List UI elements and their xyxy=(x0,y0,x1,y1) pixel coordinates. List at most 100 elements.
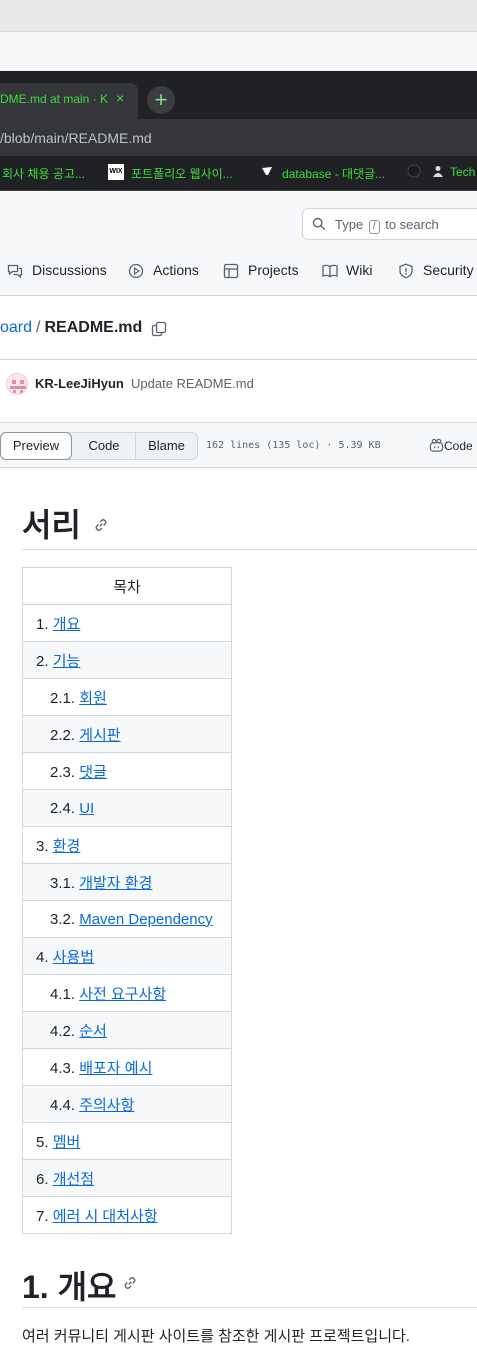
toc-cell: 2.4. UI xyxy=(22,789,232,827)
link-icon[interactable] xyxy=(94,518,108,532)
link-icon[interactable] xyxy=(123,1276,137,1290)
toc-cell: 3.2. Maven Dependency xyxy=(22,900,232,938)
toc-row: 1. 개요 xyxy=(22,604,232,642)
toc-number: 2.3. xyxy=(50,763,76,781)
toc-row: 2.3. 댓글 xyxy=(22,752,232,790)
toc-link[interactable]: 개요 xyxy=(53,616,81,633)
toc-link[interactable]: 댓글 xyxy=(79,764,107,781)
url-text: /blob/main/README.md xyxy=(0,130,152,146)
section-paragraph: 여러 커뮤니티 게시판 사이트를 참조한 게시판 프로젝트입니다. xyxy=(22,1328,410,1345)
toc-link[interactable]: 개발자 환경 xyxy=(79,875,152,892)
toc-row: 5. 멤버 xyxy=(22,1122,232,1160)
toc-cell: 5. 멤버 xyxy=(22,1122,232,1160)
bookmark-item[interactable]: 포트폴리오 웹사이... xyxy=(131,165,233,182)
toc-table: 목차 1. 개요 2. 기능 2.1. 회원 2.2. 게시판 2.3. 댓글 2.4. … xyxy=(22,567,232,1234)
preview-button[interactable]: Preview xyxy=(0,432,72,460)
search-input[interactable]: Type / to search xyxy=(302,208,477,240)
close-icon[interactable]: × xyxy=(116,90,124,106)
browser-tab-active[interactable]: DME.md at main · K × xyxy=(0,83,138,119)
toc-cell: 2. 기능 xyxy=(22,641,232,679)
nav-wiki[interactable]: Wiki xyxy=(346,262,372,278)
toc-row: 4.4. 주의사항 xyxy=(22,1085,232,1123)
toc-link[interactable]: 회원 xyxy=(79,690,107,707)
avatar[interactable] xyxy=(6,373,28,395)
toc-cell: 3. 환경 xyxy=(22,826,232,864)
toc-row: 2.2. 게시판 xyxy=(22,715,232,753)
blame-button[interactable]: Blame xyxy=(135,433,197,459)
toc-number: 2.2. xyxy=(50,726,76,744)
toc-cell: 2.3. 댓글 xyxy=(22,752,232,790)
bookmark-item[interactable]: database - 대댓글... xyxy=(282,165,385,182)
divider xyxy=(0,359,477,360)
wix-icon: WIX xyxy=(108,164,124,180)
tab-title: DME.md at main · K xyxy=(0,92,109,106)
toc-row: 7. 에러 시 대처사항 xyxy=(22,1196,232,1234)
os-titlebar xyxy=(0,0,477,31)
toc-link[interactable]: 환경 xyxy=(53,838,81,855)
section-heading: 1. 개요 xyxy=(22,1269,117,1305)
copilot-code-button[interactable]: Code xyxy=(429,438,473,453)
toc-cell: 4.4. 주의사항 xyxy=(22,1085,232,1123)
toc-row: 3.1. 개발자 환경 xyxy=(22,863,232,901)
toc-number: 3.2. xyxy=(50,910,76,928)
toc-link[interactable]: 사전 요구사항 xyxy=(79,986,166,1003)
toc-link[interactable]: 순서 xyxy=(79,1023,107,1040)
nav-projects[interactable]: Projects xyxy=(248,262,299,278)
toc-link[interactable]: 게시판 xyxy=(79,727,120,744)
window-strip xyxy=(0,31,477,71)
shield-icon xyxy=(399,263,413,279)
toc-link[interactable]: 개선점 xyxy=(53,1171,94,1188)
book-icon xyxy=(322,264,338,278)
play-icon xyxy=(128,263,144,279)
toc-number: 3.1. xyxy=(50,874,76,892)
toc-link[interactable]: 기능 xyxy=(53,653,81,670)
address-bar[interactable]: /blob/main/README.md xyxy=(0,119,477,156)
toc-cell: 2.2. 게시판 xyxy=(22,715,232,753)
breadcrumb-separator: / xyxy=(36,319,41,336)
bookmark-item[interactable]: 회사 채용 공고... xyxy=(2,165,85,182)
browser-tabbar: DME.md at main · K × + xyxy=(0,71,477,119)
nav-discussions[interactable]: Discussions xyxy=(32,262,107,278)
copilot-code-label: Code xyxy=(444,439,473,453)
toc-number: 5. xyxy=(36,1133,49,1151)
breadcrumb-file: README.md xyxy=(44,319,143,336)
toc-row: 2.4. UI xyxy=(22,789,232,827)
nav-security[interactable]: Security xyxy=(423,262,474,278)
view-switcher: Preview Code Blame xyxy=(0,432,198,460)
nav-actions[interactable]: Actions xyxy=(153,262,199,278)
commit-author[interactable]: KR-LeeJiHyun xyxy=(35,376,124,391)
toc-number: 2.1. xyxy=(50,689,76,707)
github-header: Type / to search Discussions Actions Pro… xyxy=(0,192,477,296)
toc-row: 2. 기능 xyxy=(22,641,232,679)
toc-link[interactable]: 사용법 xyxy=(53,949,94,966)
toc-row: 4.2. 순서 xyxy=(22,1011,232,1049)
toc-number: 4.2. xyxy=(50,1022,76,1040)
bookmark-item[interactable]: Tech xyxy=(450,165,475,179)
latest-commit-bar: KR-LeeJiHyun Update README.md xyxy=(0,361,477,407)
search-placeholder: Type / to search xyxy=(335,217,439,234)
toc-link[interactable]: 멤버 xyxy=(53,1134,81,1151)
toc-link[interactable]: Maven Dependency xyxy=(79,911,212,928)
toc-row: 4.1. 사전 요구사항 xyxy=(22,974,232,1012)
toc-link[interactable]: 주의사항 xyxy=(79,1097,134,1114)
toc-link[interactable]: 배포자 예시 xyxy=(79,1060,152,1077)
toc-cell: 4.1. 사전 요구사항 xyxy=(22,974,232,1012)
new-tab-button[interactable]: + xyxy=(147,86,175,114)
toc-number: 4. xyxy=(36,948,49,966)
toc-cell: 1. 개요 xyxy=(22,604,232,642)
toc-row: 2.1. 회원 xyxy=(22,678,232,716)
commit-message[interactable]: Update README.md xyxy=(131,376,254,391)
bookmarks-bar: 회사 채용 공고... WIX 포트폴리오 웹사이... database - … xyxy=(0,156,477,191)
toc-cell: 4.2. 순서 xyxy=(22,1011,232,1049)
copilot-icon xyxy=(429,438,444,452)
toc-link[interactable]: 에러 시 대처사항 xyxy=(53,1208,158,1225)
toc-number: 4.1. xyxy=(50,985,76,1003)
code-view-button[interactable]: Code xyxy=(77,433,131,459)
toc-link[interactable]: UI xyxy=(79,800,94,817)
toc-number: 2.4. xyxy=(50,799,76,817)
heading-rule xyxy=(22,549,477,550)
heading-rule xyxy=(22,1307,477,1308)
breadcrumb-repo-link[interactable]: oard xyxy=(0,319,32,336)
table-icon xyxy=(223,263,239,279)
copy-path-icon[interactable] xyxy=(151,321,167,337)
